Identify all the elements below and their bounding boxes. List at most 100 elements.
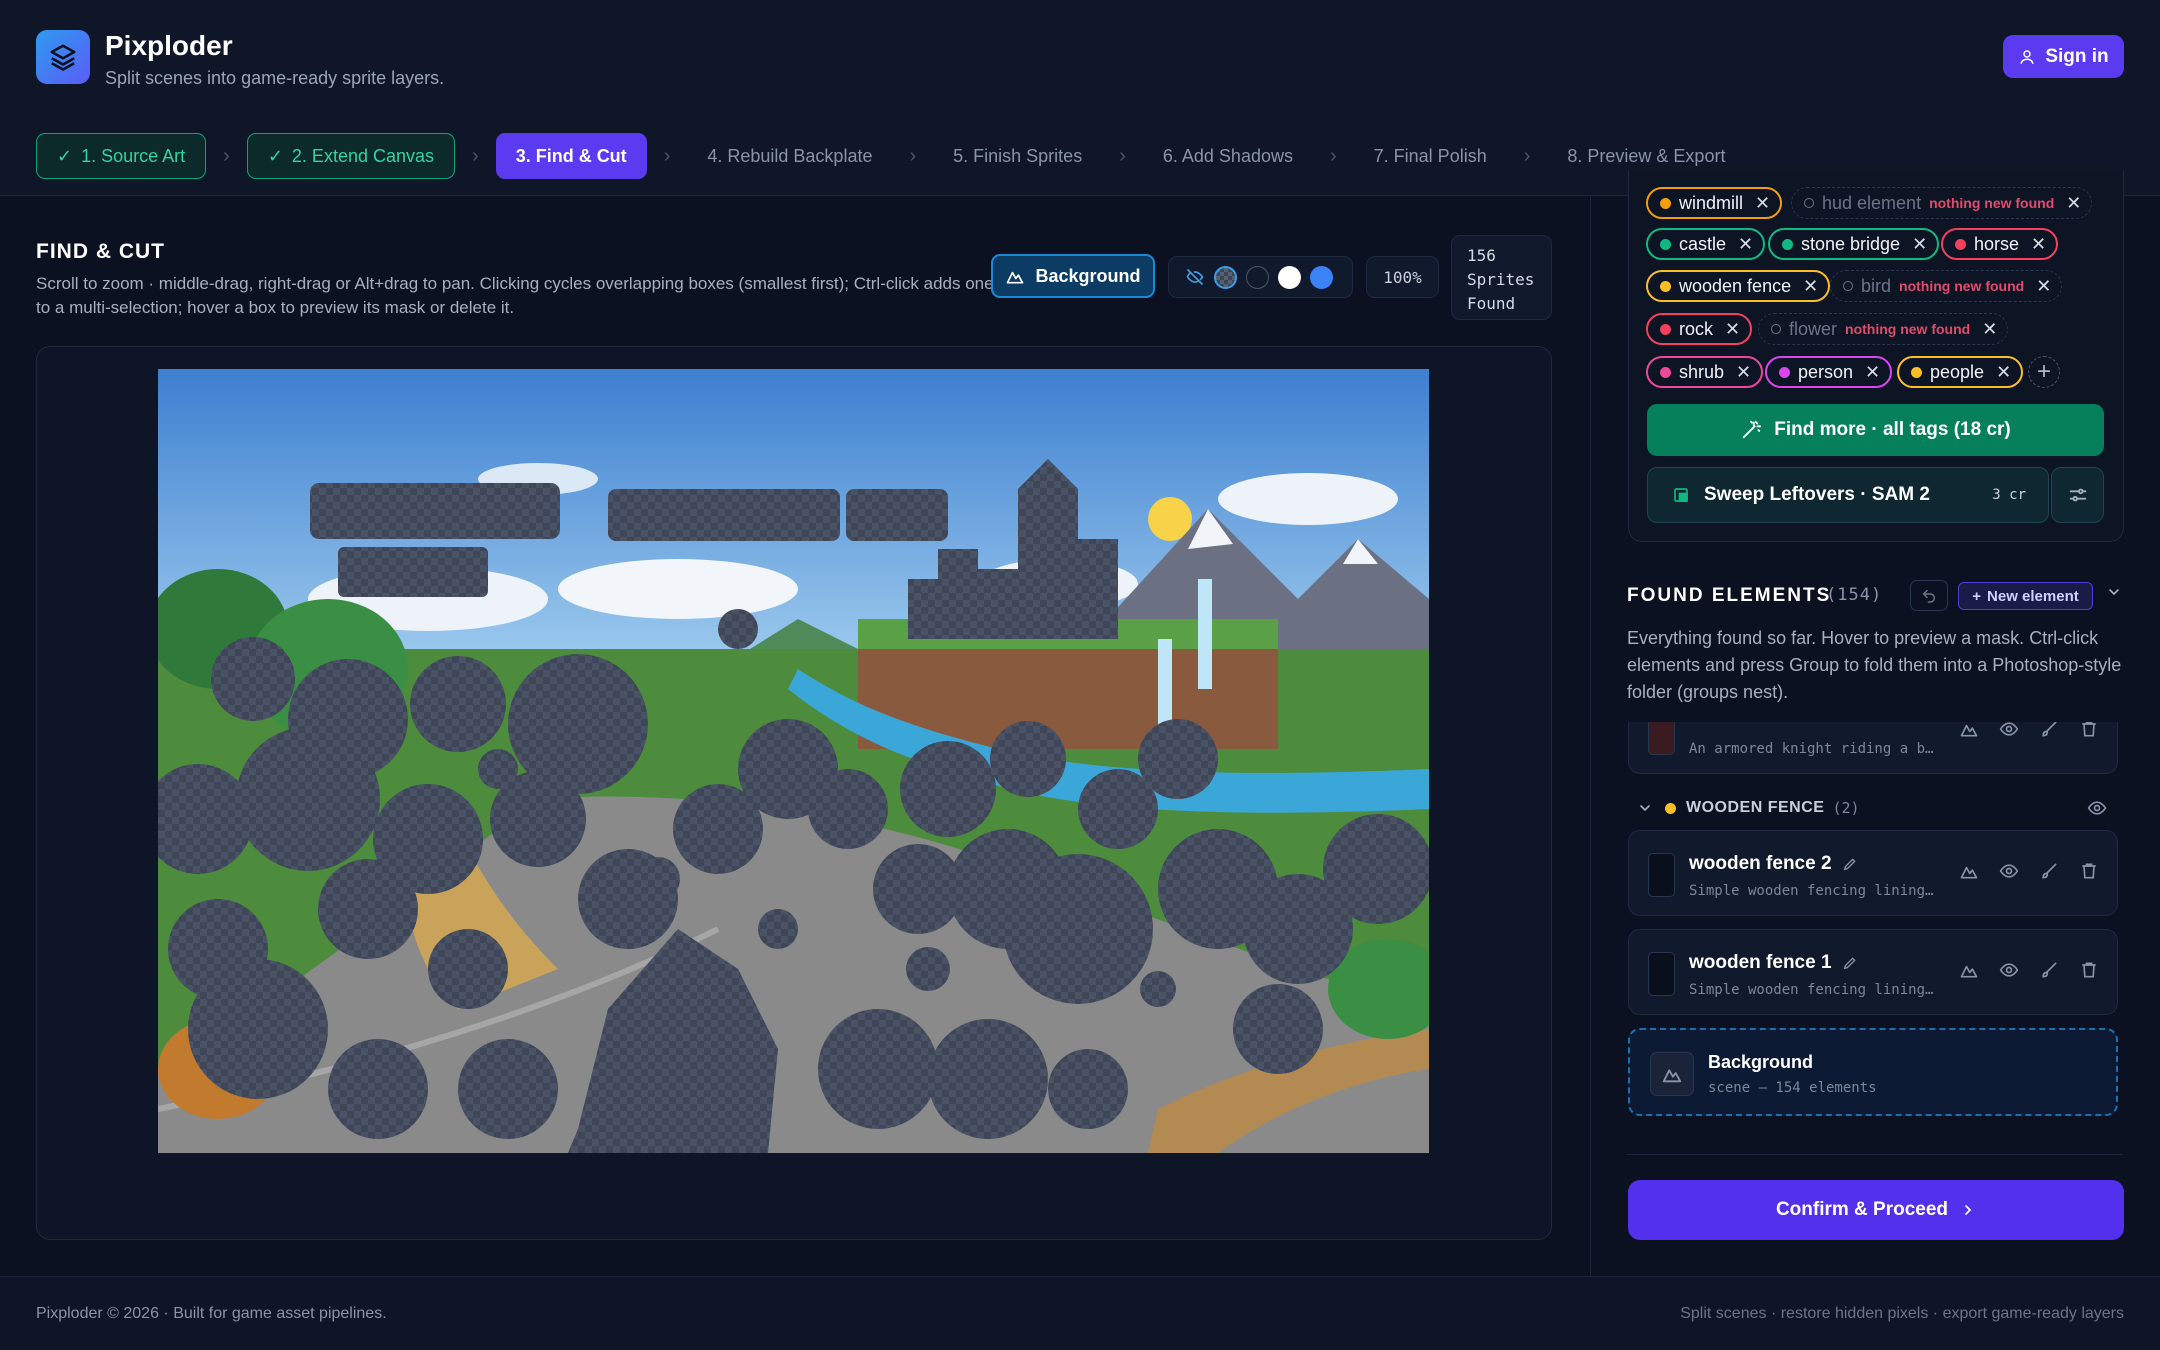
step-final-polish[interactable]: 7. Final Polish	[1354, 133, 1507, 179]
chevron-right-icon: ›	[1523, 144, 1531, 167]
found-elements-count: (154)	[1826, 585, 1883, 605]
tag-castle[interactable]: castle ✕	[1646, 228, 1766, 260]
tag-color-dot	[1660, 197, 1671, 209]
background-layer-item[interactable]: Background scene — 154 elements	[1628, 1028, 2118, 1116]
close-icon[interactable]: ✕	[1755, 193, 1770, 214]
close-icon[interactable]: ✕	[1982, 319, 1997, 340]
pencil-icon[interactable]	[1842, 955, 1858, 971]
background-item-name: Background	[1708, 1052, 1814, 1072]
tag-flower[interactable]: flower nothing new found ✕	[1758, 313, 2009, 345]
tag-color-dot	[1911, 366, 1922, 378]
background-button-label: Background	[1035, 265, 1141, 286]
close-icon[interactable]: ✕	[1725, 319, 1740, 340]
step-extend-canvas[interactable]: ✓ 2. Extend Canvas	[246, 133, 456, 179]
scene-canvas[interactable]	[158, 369, 1429, 1153]
swatch-white[interactable]	[1278, 265, 1301, 289]
background-toggle-button[interactable]: Background	[991, 254, 1155, 298]
tag-hud-element[interactable]: hud element nothing new found ✕	[1791, 187, 2093, 219]
confirm-label: Confirm & Proceed	[1775, 1199, 1949, 1220]
list-item[interactable]: An armored knight riding a b…	[1628, 722, 2118, 774]
close-icon[interactable]: ✕	[1996, 362, 2011, 383]
close-icon[interactable]: ✕	[1738, 234, 1753, 255]
check-icon: ✓	[57, 145, 73, 166]
step-label: 6. Add Shadows	[1162, 145, 1293, 166]
trash-icon[interactable]	[2079, 960, 2099, 980]
tag-color-dot	[1660, 280, 1671, 292]
magic-wand-icon	[1743, 420, 1762, 439]
scene-image	[158, 369, 1429, 1153]
zoom-level[interactable]: 100%	[1366, 256, 1439, 298]
tag-color-dot	[1660, 323, 1671, 335]
new-element-button[interactable]: + New element	[1958, 582, 2093, 610]
chevron-down-icon[interactable]	[2106, 584, 2122, 605]
step-find-cut[interactable]: 3. Find & Cut	[495, 133, 647, 179]
list-divider	[1627, 1154, 2123, 1155]
undo-button[interactable]	[1910, 580, 1948, 611]
tag-note: nothing new found	[1929, 195, 2055, 211]
sweep-leftovers-button[interactable]: Sweep Leftovers · SAM 2 3 cr	[1647, 467, 2049, 523]
tag-person[interactable]: person ✕	[1765, 356, 1893, 388]
step-finish-sprites[interactable]: 5. Finish Sprites	[933, 133, 1102, 179]
step-label: 5. Finish Sprites	[953, 145, 1083, 166]
tag-label: windmill	[1679, 192, 1744, 213]
tag-rock[interactable]: rock ✕	[1646, 313, 1753, 345]
add-tag-button[interactable]: +	[2028, 356, 2060, 388]
close-icon[interactable]: ✕	[2066, 193, 2081, 214]
trash-icon[interactable]	[2079, 722, 2099, 739]
swatch-blue[interactable]	[1310, 265, 1333, 289]
close-icon[interactable]: ✕	[1803, 276, 1818, 297]
swatch-checker[interactable]	[1214, 265, 1237, 289]
sweep-label: Sweep Leftovers · SAM 2	[1704, 484, 1930, 505]
tag-empty-dot	[1843, 281, 1853, 291]
step-add-shadows[interactable]: 6. Add Shadows	[1143, 133, 1313, 179]
tag-label: rock	[1679, 318, 1714, 339]
swatch-dark[interactable]	[1246, 265, 1269, 289]
tag-stone-bridge[interactable]: stone bridge ✕	[1768, 228, 1940, 260]
close-icon[interactable]: ✕	[1736, 362, 1751, 383]
app-footer: Pixploder © 2026 · Built for game asset …	[0, 1276, 2160, 1350]
item-thumbnail	[1648, 853, 1675, 897]
sign-in-button[interactable]: Sign in	[2003, 35, 2124, 78]
new-element-label: New element	[1987, 587, 2079, 605]
eye-icon[interactable]	[2087, 798, 2107, 818]
eye-off-icon[interactable]	[1185, 267, 1205, 287]
list-item-wooden-fence-2[interactable]: wooden fence 2 Simple wooden fencing lin…	[1628, 830, 2118, 916]
chevron-down-icon[interactable]	[1637, 800, 1653, 816]
mountain-icon[interactable]	[1959, 722, 1979, 739]
step-rebuild-backplate[interactable]: 4. Rebuild Backplate	[687, 133, 892, 179]
item-actions	[1959, 960, 2099, 980]
tag-horse[interactable]: horse ✕	[1941, 228, 2059, 260]
close-icon[interactable]: ✕	[1912, 234, 1927, 255]
tag-bird[interactable]: bird nothing new found ✕	[1830, 270, 2063, 302]
trash-icon[interactable]	[2079, 861, 2099, 881]
step-label: 7. Final Polish	[1373, 145, 1487, 166]
eye-icon[interactable]	[1999, 960, 2019, 980]
tag-color-dot	[1955, 238, 1966, 250]
step-source-art[interactable]: ✓ 1. Source Art	[36, 133, 207, 179]
mountain-icon[interactable]	[1959, 960, 1979, 980]
tag-label: people	[1930, 361, 1985, 382]
tag-people[interactable]: people ✕	[1897, 356, 2024, 388]
mountain-icon[interactable]	[1959, 861, 1979, 881]
pencil-icon[interactable]	[1842, 856, 1858, 872]
tag-windmill[interactable]: windmill ✕	[1646, 187, 1783, 219]
tag-empty-dot	[1804, 198, 1814, 208]
brush-icon[interactable]	[2039, 861, 2059, 881]
list-item-wooden-fence-1[interactable]: wooden fence 1 Simple wooden fencing lin…	[1628, 929, 2118, 1015]
find-more-button[interactable]: Find more · all tags (18 cr)	[1647, 404, 2104, 456]
group-row-wooden-fence[interactable]: WOODEN FENCE (2)	[1627, 790, 2117, 826]
eye-icon[interactable]	[1999, 722, 2019, 739]
close-icon[interactable]: ✕	[2031, 234, 2046, 255]
tag-shrub[interactable]: shrub ✕	[1646, 356, 1764, 388]
brush-icon[interactable]	[2039, 722, 2059, 739]
sprites-found-counter: 156 Sprites Found	[1451, 235, 1552, 320]
app-logo	[36, 30, 90, 84]
brush-icon[interactable]	[2039, 960, 2059, 980]
eye-icon[interactable]	[1999, 861, 2019, 881]
close-icon[interactable]: ✕	[1865, 362, 1880, 383]
tag-wooden-fence[interactable]: wooden fence ✕	[1646, 270, 1831, 302]
close-icon[interactable]: ✕	[2036, 276, 2051, 297]
sweep-settings-button[interactable]	[2051, 467, 2104, 523]
confirm-proceed-button[interactable]: Confirm & Proceed	[1628, 1180, 2124, 1240]
found-elements-list[interactable]: An armored knight riding a b… WOODEN FEN…	[1627, 722, 2135, 1152]
